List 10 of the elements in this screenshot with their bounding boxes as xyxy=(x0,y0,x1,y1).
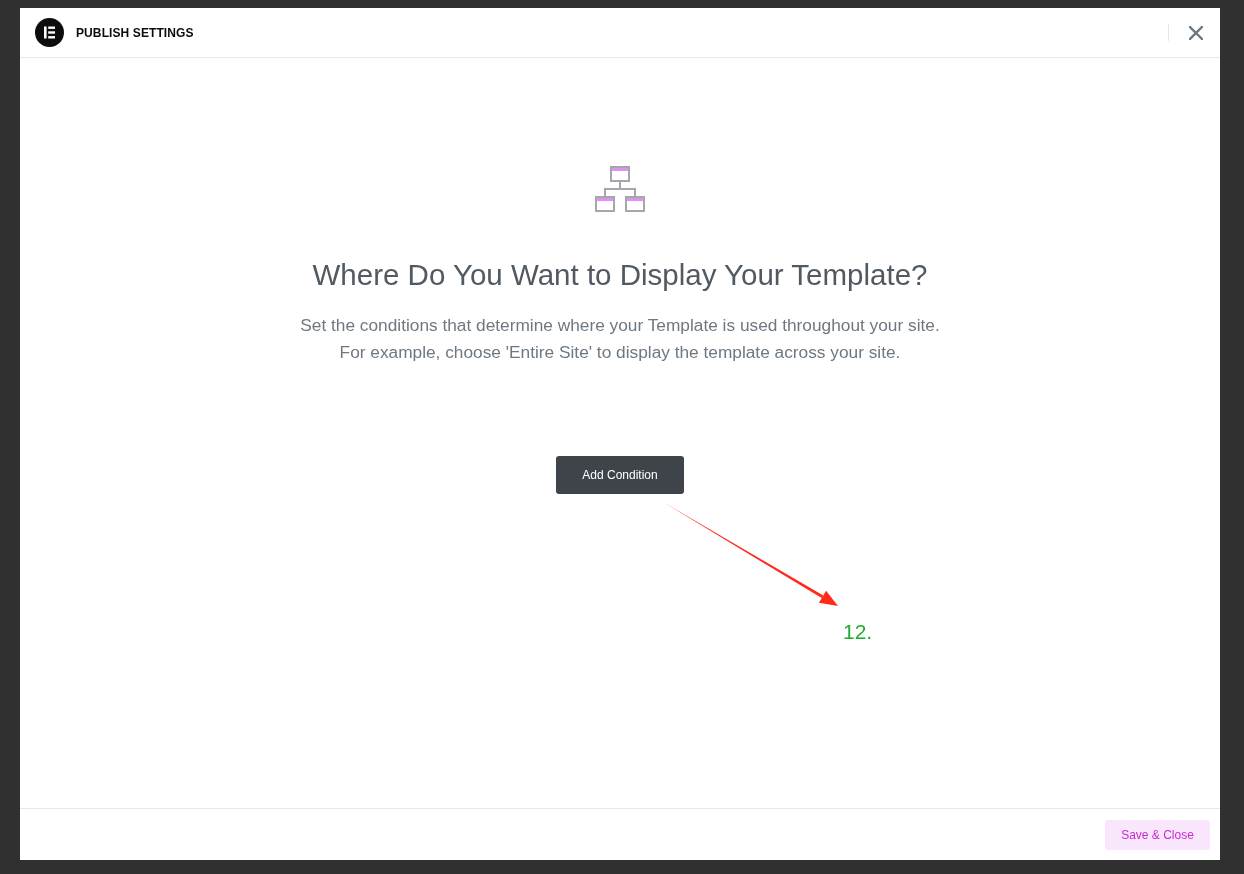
description-text: Set the conditions that determine where your Template is used throughout your site. For example, choose 'Entire Site' to display the template across your site. xyxy=(299,314,941,365)
save-close-button[interactable]: Save & Close xyxy=(1105,819,1210,850)
close-icon xyxy=(1189,25,1203,40)
close-button[interactable] xyxy=(1189,25,1203,40)
dialog-heading: Where Do You Want to Display Your Template? xyxy=(311,257,929,293)
dialog-title: PUBLISH SETTINGS xyxy=(75,24,194,42)
add-condition-button[interactable]: Add Condition xyxy=(556,456,684,495)
logo-icon xyxy=(35,18,64,47)
hierarchy-icon xyxy=(594,165,646,213)
annotation-number: 12. xyxy=(843,619,873,645)
